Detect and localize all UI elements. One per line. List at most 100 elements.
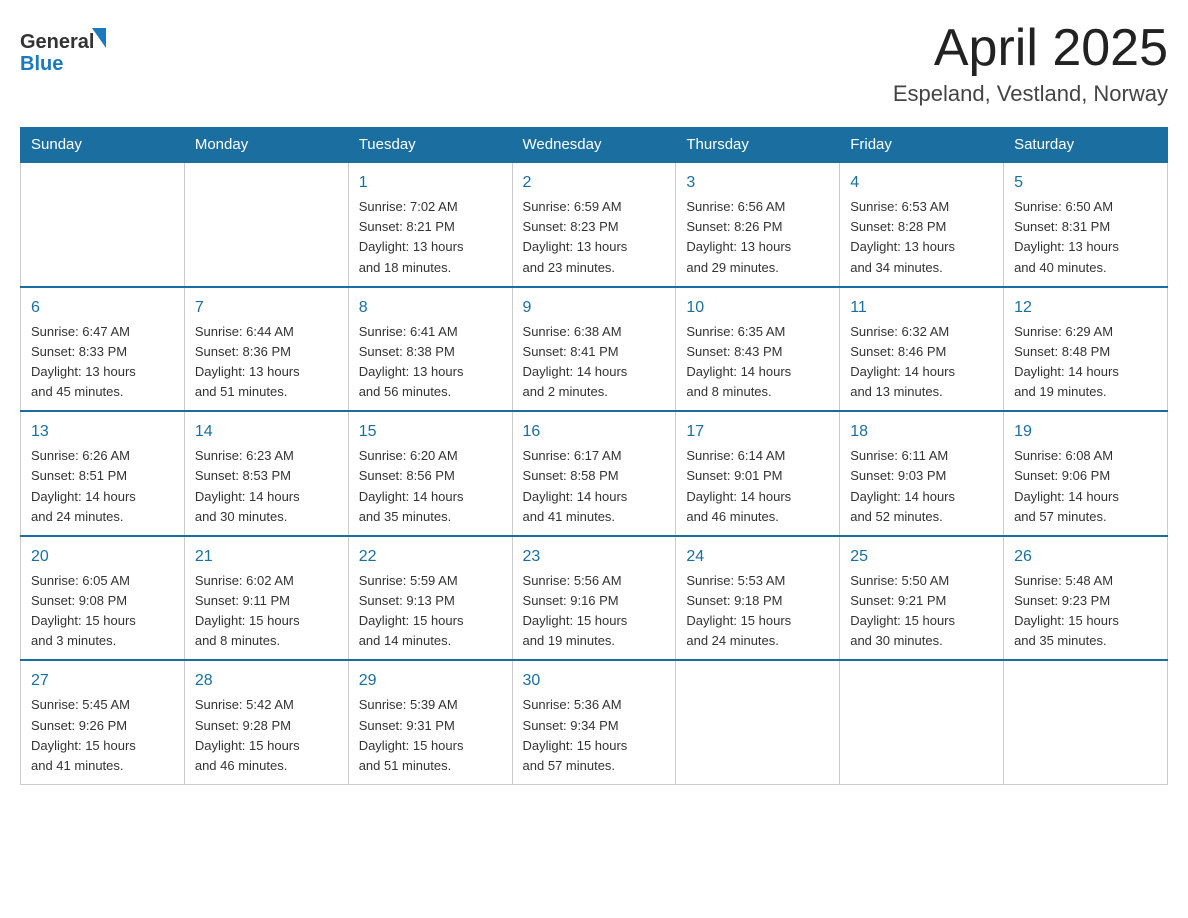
calendar-cell: 22Sunrise: 5:59 AMSunset: 9:13 PMDayligh… — [348, 536, 512, 661]
header-thursday: Thursday — [676, 128, 840, 163]
calendar-cell: 15Sunrise: 6:20 AMSunset: 8:56 PMDayligh… — [348, 411, 512, 536]
calendar-cell: 19Sunrise: 6:08 AMSunset: 9:06 PMDayligh… — [1004, 411, 1168, 536]
page-header: General Blue April 2025 Espeland, Vestla… — [20, 20, 1168, 107]
day-number: 7 — [195, 296, 338, 320]
day-number: 25 — [850, 545, 993, 569]
calendar-week-3: 13Sunrise: 6:26 AMSunset: 8:51 PMDayligh… — [21, 411, 1168, 536]
day-number: 26 — [1014, 545, 1157, 569]
day-number: 15 — [359, 420, 502, 444]
header-friday: Friday — [840, 128, 1004, 163]
header-wednesday: Wednesday — [512, 128, 676, 163]
day-number: 3 — [686, 171, 829, 195]
day-info: Sunrise: 5:36 AMSunset: 9:34 PMDaylight:… — [523, 695, 666, 776]
day-number: 16 — [523, 420, 666, 444]
day-number: 12 — [1014, 296, 1157, 320]
day-info: Sunrise: 6:29 AMSunset: 8:48 PMDaylight:… — [1014, 322, 1157, 403]
day-info: Sunrise: 6:35 AMSunset: 8:43 PMDaylight:… — [686, 322, 829, 403]
day-info: Sunrise: 5:45 AMSunset: 9:26 PMDaylight:… — [31, 695, 174, 776]
calendar-cell: 16Sunrise: 6:17 AMSunset: 8:58 PMDayligh… — [512, 411, 676, 536]
day-info: Sunrise: 5:56 AMSunset: 9:16 PMDaylight:… — [523, 571, 666, 652]
day-number: 27 — [31, 669, 174, 693]
title-area: April 2025 Espeland, Vestland, Norway — [893, 20, 1168, 107]
day-info: Sunrise: 6:20 AMSunset: 8:56 PMDaylight:… — [359, 446, 502, 527]
logo-content: General Blue — [20, 20, 110, 85]
calendar-cell: 1Sunrise: 7:02 AMSunset: 8:21 PMDaylight… — [348, 162, 512, 287]
calendar-cell: 30Sunrise: 5:36 AMSunset: 9:34 PMDayligh… — [512, 660, 676, 784]
header-saturday: Saturday — [1004, 128, 1168, 163]
day-info: Sunrise: 6:11 AMSunset: 9:03 PMDaylight:… — [850, 446, 993, 527]
day-number: 14 — [195, 420, 338, 444]
day-number: 19 — [1014, 420, 1157, 444]
day-info: Sunrise: 6:23 AMSunset: 8:53 PMDaylight:… — [195, 446, 338, 527]
calendar-cell: 27Sunrise: 5:45 AMSunset: 9:26 PMDayligh… — [21, 660, 185, 784]
day-info: Sunrise: 5:50 AMSunset: 9:21 PMDaylight:… — [850, 571, 993, 652]
calendar-cell: 23Sunrise: 5:56 AMSunset: 9:16 PMDayligh… — [512, 536, 676, 661]
day-info: Sunrise: 7:02 AMSunset: 8:21 PMDaylight:… — [359, 197, 502, 278]
calendar-cell — [184, 162, 348, 287]
calendar-cell: 12Sunrise: 6:29 AMSunset: 8:48 PMDayligh… — [1004, 287, 1168, 412]
calendar-week-4: 20Sunrise: 6:05 AMSunset: 9:08 PMDayligh… — [21, 536, 1168, 661]
day-info: Sunrise: 6:47 AMSunset: 8:33 PMDaylight:… — [31, 322, 174, 403]
day-info: Sunrise: 6:56 AMSunset: 8:26 PMDaylight:… — [686, 197, 829, 278]
calendar-table: Sunday Monday Tuesday Wednesday Thursday… — [20, 127, 1168, 785]
day-number: 23 — [523, 545, 666, 569]
calendar-header-row: Sunday Monday Tuesday Wednesday Thursday… — [21, 128, 1168, 163]
day-info: Sunrise: 6:14 AMSunset: 9:01 PMDaylight:… — [686, 446, 829, 527]
calendar-cell: 14Sunrise: 6:23 AMSunset: 8:53 PMDayligh… — [184, 411, 348, 536]
day-info: Sunrise: 5:48 AMSunset: 9:23 PMDaylight:… — [1014, 571, 1157, 652]
day-number: 8 — [359, 296, 502, 320]
logo: General Blue — [20, 20, 110, 85]
calendar-cell — [21, 162, 185, 287]
day-number: 22 — [359, 545, 502, 569]
calendar-cell: 29Sunrise: 5:39 AMSunset: 9:31 PMDayligh… — [348, 660, 512, 784]
calendar-cell: 21Sunrise: 6:02 AMSunset: 9:11 PMDayligh… — [184, 536, 348, 661]
day-info: Sunrise: 5:42 AMSunset: 9:28 PMDaylight:… — [195, 695, 338, 776]
calendar-cell: 3Sunrise: 6:56 AMSunset: 8:26 PMDaylight… — [676, 162, 840, 287]
day-info: Sunrise: 5:59 AMSunset: 9:13 PMDaylight:… — [359, 571, 502, 652]
day-number: 4 — [850, 171, 993, 195]
day-info: Sunrise: 6:53 AMSunset: 8:28 PMDaylight:… — [850, 197, 993, 278]
day-number: 20 — [31, 545, 174, 569]
day-info: Sunrise: 6:08 AMSunset: 9:06 PMDaylight:… — [1014, 446, 1157, 527]
day-info: Sunrise: 6:32 AMSunset: 8:46 PMDaylight:… — [850, 322, 993, 403]
day-number: 10 — [686, 296, 829, 320]
calendar-cell: 4Sunrise: 6:53 AMSunset: 8:28 PMDaylight… — [840, 162, 1004, 287]
header-monday: Monday — [184, 128, 348, 163]
day-number: 18 — [850, 420, 993, 444]
calendar-cell: 26Sunrise: 5:48 AMSunset: 9:23 PMDayligh… — [1004, 536, 1168, 661]
day-info: Sunrise: 6:38 AMSunset: 8:41 PMDaylight:… — [523, 322, 666, 403]
day-info: Sunrise: 5:53 AMSunset: 9:18 PMDaylight:… — [686, 571, 829, 652]
location: Espeland, Vestland, Norway — [893, 81, 1168, 107]
calendar-cell: 28Sunrise: 5:42 AMSunset: 9:28 PMDayligh… — [184, 660, 348, 784]
calendar-cell: 2Sunrise: 6:59 AMSunset: 8:23 PMDaylight… — [512, 162, 676, 287]
calendar-cell — [1004, 660, 1168, 784]
calendar-cell: 11Sunrise: 6:32 AMSunset: 8:46 PMDayligh… — [840, 287, 1004, 412]
header-sunday: Sunday — [21, 128, 185, 163]
calendar-cell: 24Sunrise: 5:53 AMSunset: 9:18 PMDayligh… — [676, 536, 840, 661]
day-number: 11 — [850, 296, 993, 320]
day-number: 13 — [31, 420, 174, 444]
calendar-cell: 18Sunrise: 6:11 AMSunset: 9:03 PMDayligh… — [840, 411, 1004, 536]
day-number: 6 — [31, 296, 174, 320]
day-info: Sunrise: 6:50 AMSunset: 8:31 PMDaylight:… — [1014, 197, 1157, 278]
day-number: 17 — [686, 420, 829, 444]
calendar-cell: 9Sunrise: 6:38 AMSunset: 8:41 PMDaylight… — [512, 287, 676, 412]
calendar-cell — [676, 660, 840, 784]
calendar-cell: 8Sunrise: 6:41 AMSunset: 8:38 PMDaylight… — [348, 287, 512, 412]
svg-text:Blue: Blue — [20, 53, 63, 75]
calendar-cell: 25Sunrise: 5:50 AMSunset: 9:21 PMDayligh… — [840, 536, 1004, 661]
day-number: 9 — [523, 296, 666, 320]
day-info: Sunrise: 6:44 AMSunset: 8:36 PMDaylight:… — [195, 322, 338, 403]
calendar-cell: 10Sunrise: 6:35 AMSunset: 8:43 PMDayligh… — [676, 287, 840, 412]
header-tuesday: Tuesday — [348, 128, 512, 163]
calendar-cell: 5Sunrise: 6:50 AMSunset: 8:31 PMDaylight… — [1004, 162, 1168, 287]
day-number: 29 — [359, 669, 502, 693]
day-number: 5 — [1014, 171, 1157, 195]
calendar-week-2: 6Sunrise: 6:47 AMSunset: 8:33 PMDaylight… — [21, 287, 1168, 412]
day-info: Sunrise: 6:59 AMSunset: 8:23 PMDaylight:… — [523, 197, 666, 278]
svg-text:General: General — [20, 31, 94, 53]
day-info: Sunrise: 6:17 AMSunset: 8:58 PMDaylight:… — [523, 446, 666, 527]
calendar-cell: 17Sunrise: 6:14 AMSunset: 9:01 PMDayligh… — [676, 411, 840, 536]
day-info: Sunrise: 6:02 AMSunset: 9:11 PMDaylight:… — [195, 571, 338, 652]
calendar-cell: 6Sunrise: 6:47 AMSunset: 8:33 PMDaylight… — [21, 287, 185, 412]
